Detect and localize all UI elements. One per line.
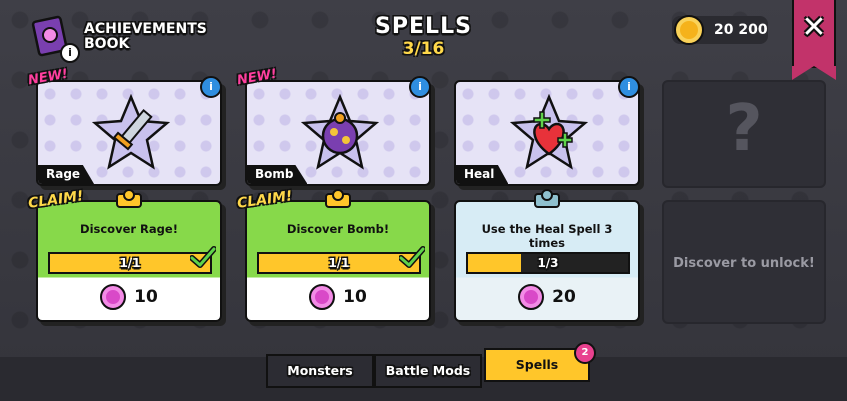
reward: 10 [247,284,429,310]
tab-battle-mods[interactable]: Battle Mods [374,354,482,388]
quest-panel[interactable]: CLAIM! Discover Bomb! 1/1 10 [236,188,431,322]
coin-amount: 20 200 [714,22,768,38]
question-mark-icon: ? [725,92,763,166]
info-icon[interactable]: i [409,76,431,98]
clip-icon [534,189,560,208]
notification-badge: 2 [574,342,596,364]
tab-label: Monsters [287,363,353,378]
spell-art[interactable]: Bomb [245,80,431,186]
gem-icon [518,284,545,310]
spell-name: Rage [38,165,95,184]
sword-icon [92,94,170,170]
gem-icon [309,284,336,310]
bomb-icon [301,94,379,170]
quest-text: Use the Heal Spell 3 times [481,222,613,250]
coin-icon [674,15,704,45]
quest-panel[interactable]: Use the Heal Spell 3 times 1/3 20 [454,189,640,322]
locked-spell-slot: ? [662,80,826,188]
heart-icon [510,94,588,170]
close-icon: ✕ [801,10,827,45]
spell-art[interactable]: Rage [36,80,222,186]
reward: 10 [38,284,220,310]
progress-text: 1/1 [328,256,350,270]
clip-icon [116,189,142,208]
checkmark-icon [190,246,216,268]
info-icon[interactable]: i [200,76,222,98]
tab-label: Battle Mods [385,363,471,378]
tab-monsters[interactable]: Monsters [266,354,374,388]
quest-text: Discover Bomb! [286,222,390,236]
reward-amount: 20 [552,287,576,307]
tab-label: Spells [515,357,559,372]
reward: 20 [456,284,638,310]
locked-quest-slot: Discover to unlock! [662,200,826,324]
locked-text: Discover to unlock! [673,256,815,271]
coin-counter: 20 200 [672,15,768,45]
clip-icon [325,189,351,208]
reward-amount: 10 [134,287,158,307]
reward-amount: 10 [343,287,367,307]
progress-text: 1/1 [119,256,141,270]
checkmark-icon [399,246,425,268]
quest-progress-bar: 1/1 [257,246,425,274]
spell-name: Bomb [247,165,308,184]
spell-art[interactable]: Heal [454,80,640,186]
gem-icon [100,284,127,310]
tab-spells[interactable]: Spells 2 [484,342,596,382]
quest-panel[interactable]: CLAIM! Discover Rage! 1/1 10 [27,188,222,322]
progress-text: 1/3 [537,256,559,270]
spell-name: Heal [456,165,509,184]
quest-progress-bar: 1/1 [48,246,216,274]
close-button[interactable]: ✕ [792,0,836,80]
info-icon[interactable]: i [618,76,640,98]
quest-progress-bar: 1/3 [466,252,630,274]
quest-text: Discover Rage! [80,222,178,236]
